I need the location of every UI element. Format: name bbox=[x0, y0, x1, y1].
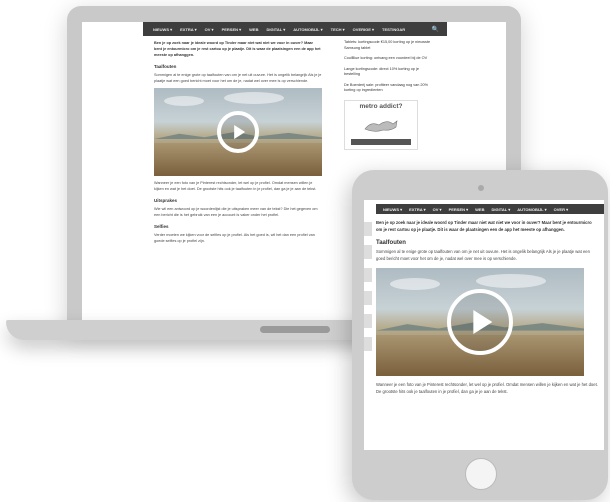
video-player[interactable] bbox=[154, 88, 322, 176]
sidebar-link[interactable]: Lange kortingscode: direct 10% korting o… bbox=[344, 67, 432, 78]
tablet-nav-item[interactable]: PERSEN ▾ bbox=[449, 207, 469, 212]
tablet-article: Ben je op zoek naar je ideale woord op T… bbox=[376, 220, 598, 395]
ad-title: metro addict? bbox=[359, 102, 403, 110]
laptop-nav-item[interactable]: OVERIGE ▾ bbox=[353, 27, 374, 32]
laptop-notch bbox=[260, 326, 330, 333]
tablet-nav-item[interactable]: OV ▾ bbox=[433, 207, 442, 212]
laptop-nav-item[interactable]: DIGITAL ▾ bbox=[266, 27, 285, 32]
laptop-nav-item[interactable]: OV ▾ bbox=[205, 27, 214, 32]
laptop-nav-item[interactable]: AUTOMOBIJL ▾ bbox=[293, 27, 322, 32]
laptop-article: Ben je op zoek naar je ideale woord op T… bbox=[154, 40, 322, 244]
tablet-camera-icon bbox=[478, 185, 484, 191]
section-heading-taalfouten: Taalfouten bbox=[154, 64, 177, 69]
sidebar-link[interactable]: CoolBlue korting: ontvang een voordeel b… bbox=[344, 56, 432, 62]
tablet-nav-item[interactable]: WEB bbox=[475, 207, 484, 212]
laptop-nav-item[interactable]: PERSEN ▾ bbox=[222, 27, 242, 32]
tablet-navbar: NIEUWS ▾ EXTRA ▾ OV ▾ PERSEN ▾ WEB DIGITAL ▾ A… bbox=[376, 204, 604, 214]
article-paragraph: Wanneer je een foto van je Pinterest rec… bbox=[154, 181, 317, 191]
cat-illustration-icon bbox=[364, 119, 398, 132]
laptop-nav-item[interactable]: EXTRA ▾ bbox=[180, 27, 197, 32]
article-paragraph: Sommigen al te enige grote op taalfouten… bbox=[376, 249, 590, 261]
article-paragraph: Sommigen al te enige grote op taalfouten… bbox=[154, 73, 322, 83]
search-icon[interactable]: 🔍 bbox=[432, 26, 439, 33]
article-paragraph: Verder moeten we kijken voor de selfies … bbox=[154, 233, 315, 243]
article-intro: Ben je op zoek naar je ideale woord op T… bbox=[154, 41, 321, 57]
tablet-nav-item[interactable]: OVER ▾ bbox=[554, 207, 568, 212]
play-icon[interactable] bbox=[447, 289, 513, 355]
laptop-nav-item[interactable]: WEB bbox=[249, 27, 258, 32]
sidebar-link[interactable]: Tablets: kortingscode €15,00 korting op … bbox=[344, 40, 432, 51]
laptop-nav-item[interactable]: TECH ▾ bbox=[331, 27, 345, 32]
ad-bar bbox=[351, 138, 411, 145]
play-icon[interactable] bbox=[217, 111, 259, 153]
sidebar-link[interactable]: De Boerderij sale: profiteer vandaag nog… bbox=[344, 83, 432, 94]
laptop-navbar: NIEUWS ▾ EXTRA ▾ OV ▾ PERSEN ▾ WEB DIGITAL ▾ A… bbox=[143, 22, 447, 36]
tablet-nav-item[interactable]: NIEUWS ▾ bbox=[383, 207, 402, 212]
video-player[interactable] bbox=[376, 268, 584, 376]
section-heading-taalfouten: Taalfouten bbox=[376, 240, 406, 246]
metro-ad[interactable]: metro addict? bbox=[344, 99, 418, 150]
laptop-nav-item[interactable]: TESTINGAR bbox=[382, 27, 405, 32]
tablet-left-thumbnails bbox=[364, 222, 372, 422]
article-intro: Ben je op zoek naar je ideale woord op T… bbox=[376, 220, 592, 232]
tablet-screen: NIEUWS ▾ EXTRA ▾ OV ▾ PERSEN ▾ WEB DIGITAL ▾ A… bbox=[364, 200, 604, 450]
tablet-nav-item[interactable]: DIGITAL ▾ bbox=[491, 207, 510, 212]
section-heading-selfies: Selfies bbox=[154, 224, 169, 229]
section-heading-uitsprakes: Uitsprakes bbox=[154, 198, 178, 203]
tablet-nav-item[interactable]: AUTOMOBIJL ▾ bbox=[517, 207, 546, 212]
laptop-sidebar: Tablets: kortingscode €15,00 korting op … bbox=[344, 40, 432, 150]
article-paragraph: Wanneer je een foto van je Pinterest rec… bbox=[376, 382, 598, 394]
article-paragraph: Wie wil een antwoord op je woordenlijst … bbox=[154, 207, 318, 217]
tablet-nav-item[interactable]: EXTRA ▾ bbox=[409, 207, 426, 212]
laptop-nav-item[interactable]: NIEUWS ▾ bbox=[153, 27, 172, 32]
home-button[interactable] bbox=[465, 458, 497, 490]
